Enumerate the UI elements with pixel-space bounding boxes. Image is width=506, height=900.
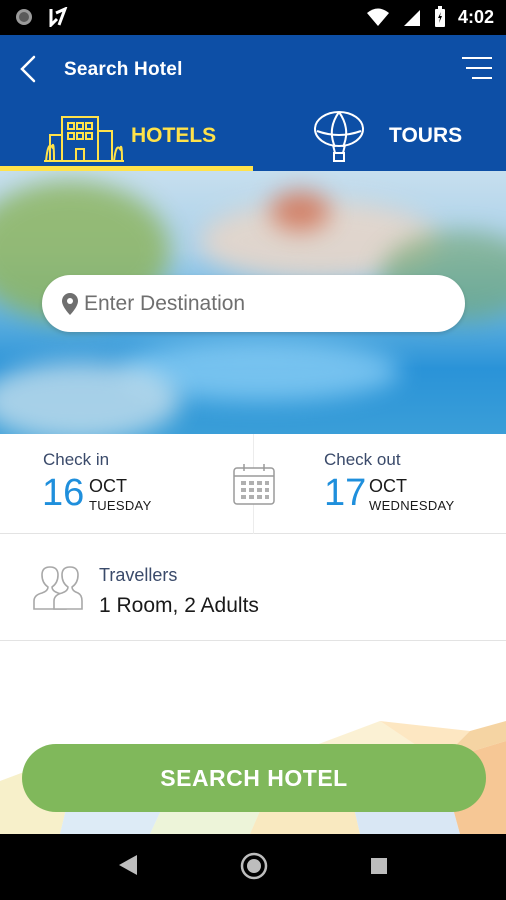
hero-pool-image: Enter Destination (0, 171, 506, 434)
search-hotel-button[interactable]: SEARCH HOTEL (22, 744, 486, 812)
check-in-month: OCT (89, 476, 127, 496)
check-in-weekday: TUESDAY (89, 498, 152, 513)
signal-icon (403, 10, 420, 26)
record-indicator-icon (16, 9, 32, 25)
check-in-label: Check in (43, 450, 110, 469)
travellers-value: 1 Room, 2 Adults (99, 594, 259, 617)
nav-back-icon[interactable] (117, 853, 139, 877)
travellers-label: Travellers (99, 565, 178, 585)
check-out-label: Check out (324, 450, 401, 469)
back-arrow-icon[interactable] (14, 53, 44, 85)
check-out-weekday: WEDNESDAY (369, 498, 455, 513)
check-out-month: OCT (369, 476, 407, 496)
menu-icon[interactable] (460, 53, 494, 83)
battery-icon (434, 6, 445, 27)
travellers-icon (33, 566, 83, 610)
tab-hotels-label: HOTELS (131, 124, 217, 147)
hot-air-balloon-icon (314, 111, 364, 162)
check-in-day: 16 (42, 472, 85, 514)
travellers-selector[interactable]: Travellers 1 Room, 2 Adults (0, 535, 506, 641)
tab-tours[interactable]: TOURS (253, 103, 506, 171)
destination-placeholder: Enter Destination (84, 291, 246, 315)
check-in-date[interactable]: Check in 16 OCT TUESDAY (0, 434, 253, 534)
category-tabs: HOTELS TOURS (0, 103, 506, 171)
calendar-icon[interactable] (232, 462, 276, 506)
clock: 4:02 (457, 6, 494, 27)
tab-tours-label: TOURS (389, 124, 463, 147)
tab-hotels[interactable]: HOTELS (0, 103, 253, 171)
status-bar: 4:02 (0, 0, 506, 35)
check-out-date[interactable]: Check out 17 OCT WEDNESDAY (254, 434, 506, 534)
destination-input[interactable]: Enter Destination (42, 275, 465, 332)
page-title: Search Hotel (64, 59, 183, 80)
app-notification-icon (49, 7, 68, 27)
location-pin-icon (62, 292, 78, 315)
nav-home-icon[interactable] (240, 852, 268, 880)
hero-image-roof (270, 191, 330, 231)
system-navigation-bar (0, 834, 506, 900)
app-bar: Search Hotel (0, 35, 506, 103)
wifi-icon (366, 8, 389, 26)
hotel-building-icon (44, 116, 124, 162)
nav-recents-icon[interactable] (370, 857, 388, 875)
check-out-day: 17 (324, 472, 367, 514)
